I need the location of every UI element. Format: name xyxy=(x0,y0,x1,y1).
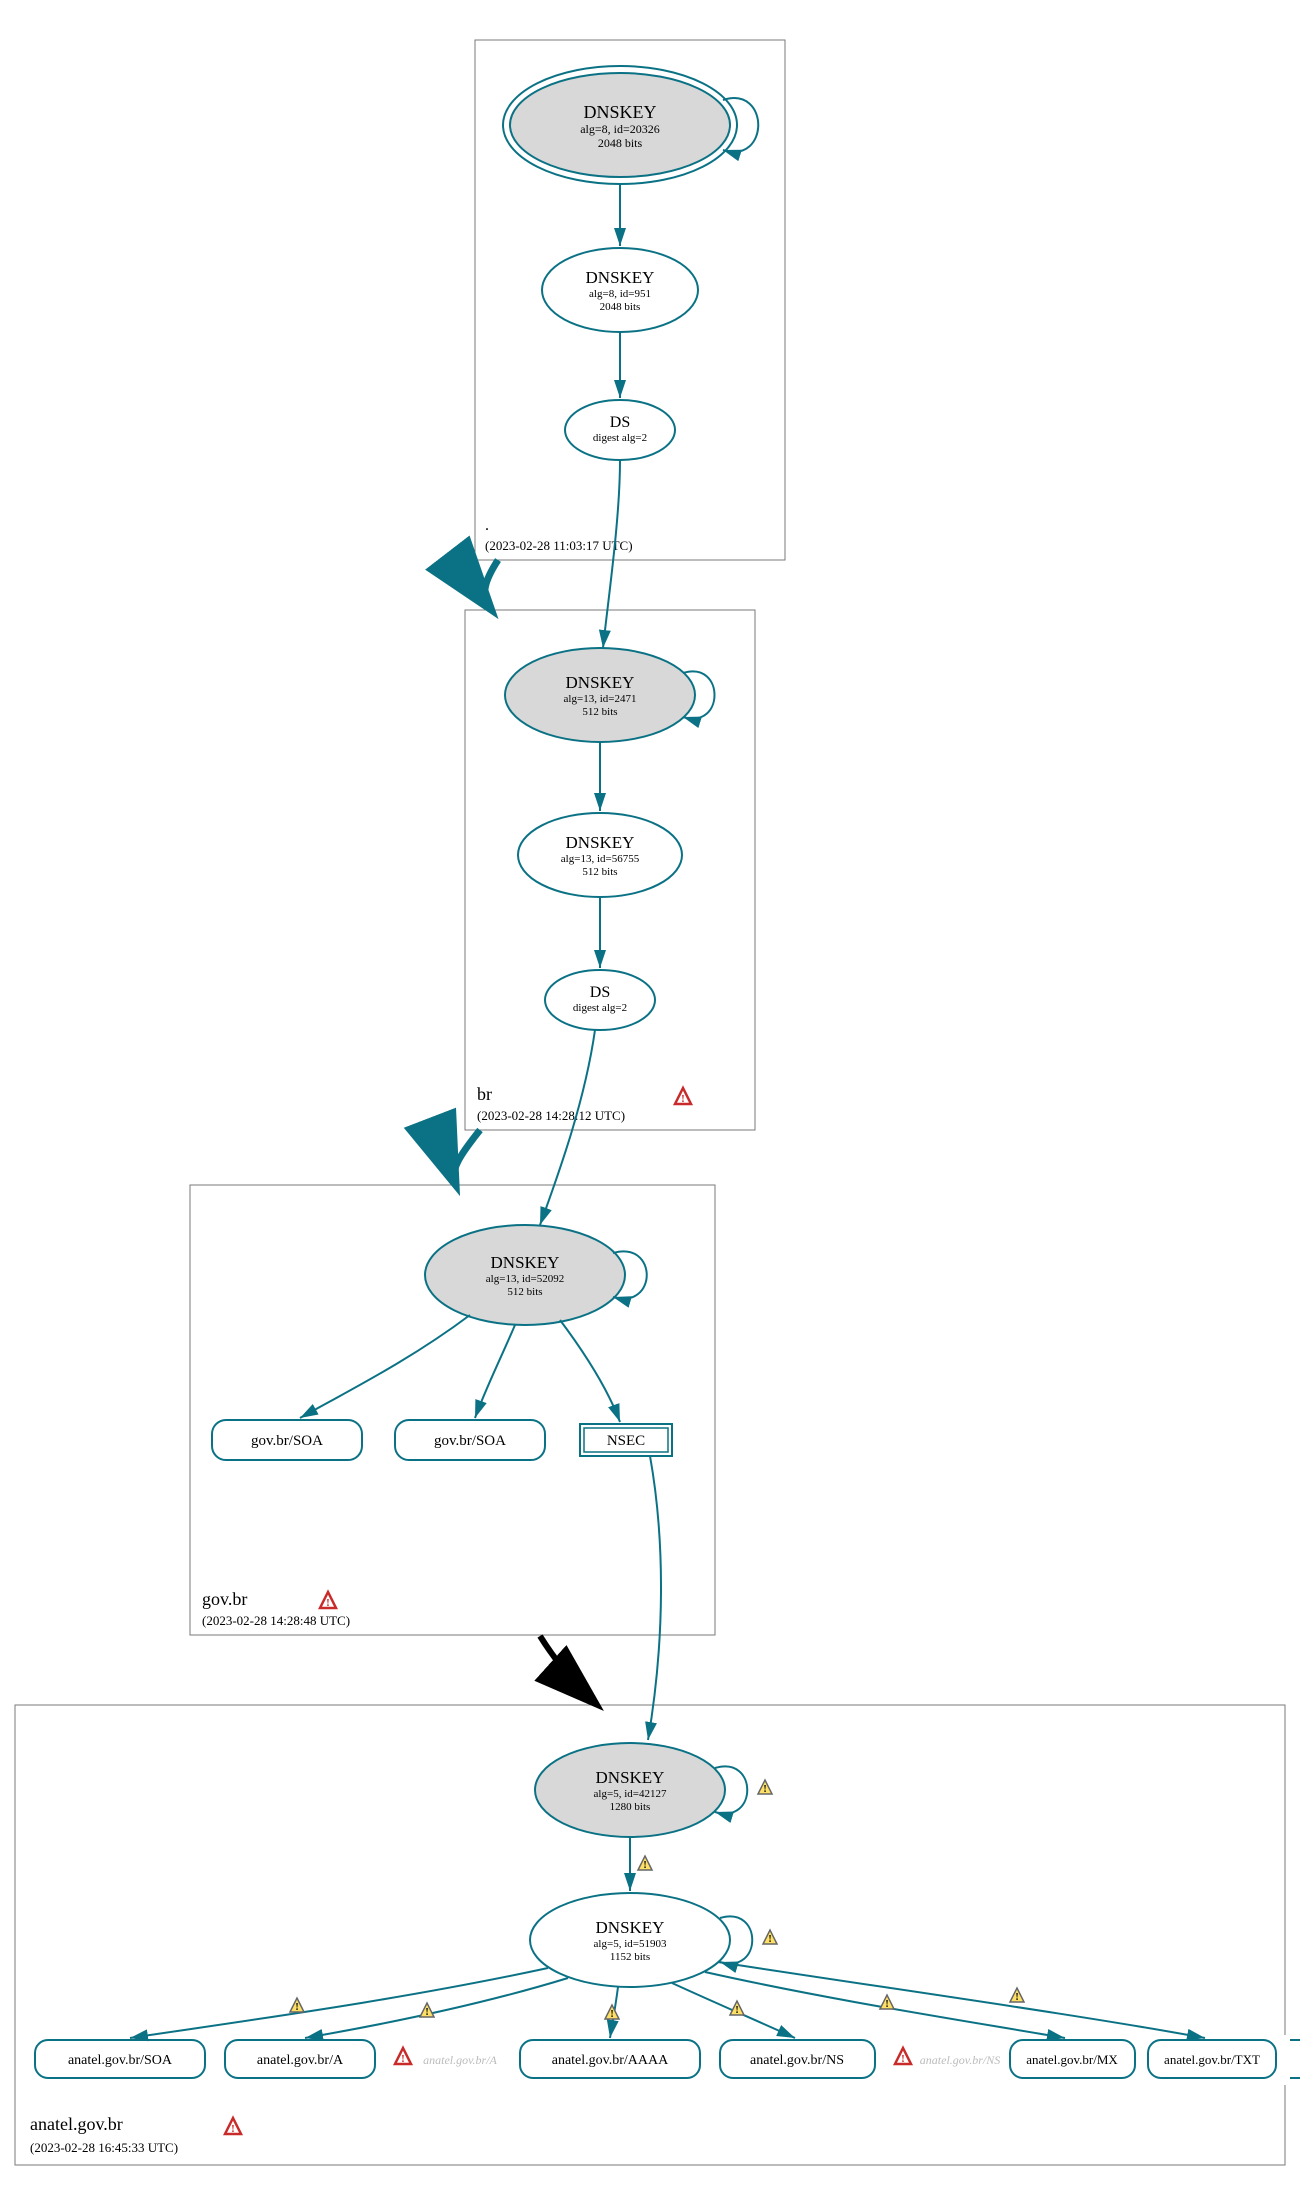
node-anatel-a-grey: anatel.gov.br/A xyxy=(423,2053,497,2067)
svg-text:!: ! xyxy=(295,2002,298,2013)
warning-icon: ! xyxy=(290,1998,304,2013)
svg-text:anatel.gov.br/AAAA: anatel.gov.br/AAAA xyxy=(552,2053,669,2068)
svg-text:!: ! xyxy=(401,2053,405,2065)
node-anatel-a: anatel.gov.br/A xyxy=(225,2040,375,2078)
edge xyxy=(130,1968,548,2038)
svg-text:!: ! xyxy=(735,2005,738,2016)
node-anatel-aaaa: anatel.gov.br/AAAA xyxy=(520,2040,700,2078)
warning-icon: ! xyxy=(1010,1988,1024,2003)
node-anatel-txt: anatel.gov.br/TXT xyxy=(1148,2040,1276,2078)
warning-icon: ! xyxy=(420,2003,434,2018)
svg-text:!: ! xyxy=(901,2053,905,2065)
svg-text:anatel.gov.br/SOA: anatel.gov.br/SOA xyxy=(68,2053,173,2068)
svg-text:!: ! xyxy=(425,2007,428,2018)
node-anatel-ns: anatel.gov.br/NS xyxy=(720,2040,875,2078)
warning-icon: ! xyxy=(730,2001,744,2016)
edge xyxy=(305,1978,568,2038)
edge xyxy=(718,1962,1205,2038)
svg-text:!: ! xyxy=(610,2009,613,2020)
svg-text:anatel.gov.br/A: anatel.gov.br/A xyxy=(257,2053,344,2068)
svg-text:!: ! xyxy=(885,1999,888,2010)
svg-text:anatel.gov.br/MX: anatel.gov.br/MX xyxy=(1026,2052,1118,2067)
warning-icon: ! xyxy=(605,2005,619,2020)
node-anatel-mx: anatel.gov.br/MX xyxy=(1010,2040,1135,2078)
svg-text:anatel.gov.br/NS: anatel.gov.br/NS xyxy=(750,2053,844,2068)
svg-text:anatel.gov.br/TXT: anatel.gov.br/TXT xyxy=(1164,2052,1260,2067)
node-anatel-ns-grey: anatel.gov.br/NS xyxy=(920,2053,1000,2067)
anatel-leaf-overlay: anatel.gov.br/SOA anatel.gov.br/A ! anat… xyxy=(0,0,1300,2191)
warning-icon: ! xyxy=(880,1995,894,2010)
svg-text:!: ! xyxy=(1015,1992,1018,2003)
node-anatel-soa: anatel.gov.br/SOA xyxy=(35,2040,205,2078)
